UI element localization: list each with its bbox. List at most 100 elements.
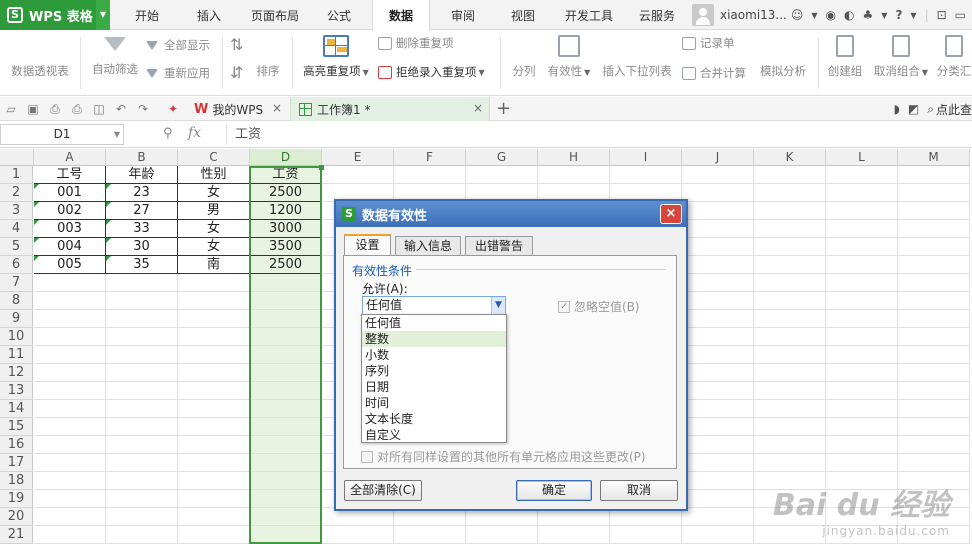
cell[interactable]: 2500 — [250, 184, 322, 202]
restore-icon[interactable]: ⊡ — [937, 8, 947, 22]
allow-option[interactable]: 时间 — [362, 395, 506, 411]
cell[interactable] — [250, 508, 322, 526]
cell[interactable] — [898, 400, 970, 418]
cell[interactable]: 工资 — [250, 166, 322, 184]
pivot-table-button[interactable]: 数据透视表 — [8, 31, 72, 206]
cell[interactable] — [250, 382, 322, 400]
cell[interactable] — [754, 274, 826, 292]
cell[interactable] — [178, 472, 250, 490]
cell[interactable] — [682, 490, 754, 508]
cell[interactable]: 工号 — [34, 166, 106, 184]
cell[interactable] — [754, 382, 826, 400]
cell[interactable] — [178, 400, 250, 418]
cell[interactable] — [322, 166, 394, 184]
reapply-button[interactable]: 重新应用 — [146, 65, 210, 81]
cell[interactable] — [754, 256, 826, 274]
cell[interactable] — [34, 400, 106, 418]
cell[interactable] — [106, 400, 178, 418]
column-header[interactable]: M — [898, 149, 970, 166]
cell[interactable] — [754, 292, 826, 310]
ignore-blank-checkbox[interactable]: ✓ 忽略空值(B) — [558, 298, 640, 315]
allow-option[interactable]: 序列 — [362, 363, 506, 379]
cell[interactable] — [178, 310, 250, 328]
tab-formulas[interactable]: 公式 — [312, 0, 366, 30]
cell[interactable] — [898, 166, 970, 184]
cell[interactable] — [754, 454, 826, 472]
cell[interactable] — [682, 274, 754, 292]
cell[interactable]: 年龄 — [106, 166, 178, 184]
cell[interactable] — [250, 328, 322, 346]
close-icon[interactable]: × — [473, 101, 483, 115]
cell[interactable] — [466, 166, 538, 184]
cell[interactable] — [178, 274, 250, 292]
dialog-title-bar[interactable]: S 数据有效性 — [336, 201, 686, 227]
cell[interactable] — [538, 526, 610, 544]
cell[interactable] — [754, 166, 826, 184]
formula-input[interactable]: 工资 — [226, 124, 966, 145]
tab-home[interactable]: 开始 — [118, 0, 176, 30]
pin-icon[interactable]: ◗ — [894, 102, 900, 116]
cell[interactable] — [34, 490, 106, 508]
cell[interactable]: 3500 — [250, 238, 322, 256]
cell[interactable] — [250, 472, 322, 490]
close-button[interactable]: × — [660, 204, 682, 224]
cell[interactable] — [106, 364, 178, 382]
cell[interactable]: 003 — [34, 220, 106, 238]
user-name[interactable]: xiaomi13... — [720, 8, 787, 22]
cell[interactable] — [898, 274, 970, 292]
column-header[interactable]: B — [106, 149, 178, 166]
cell[interactable] — [250, 274, 322, 292]
row-header[interactable]: 21 — [0, 526, 33, 544]
cell[interactable]: 男 — [178, 202, 250, 220]
column-header[interactable]: G — [466, 149, 538, 166]
chevron-down-icon[interactable]: ▼ — [491, 297, 505, 314]
row-header[interactable]: 1 — [0, 166, 33, 184]
cell[interactable] — [682, 184, 754, 202]
cell[interactable] — [106, 310, 178, 328]
cell[interactable] — [898, 184, 970, 202]
tab-settings[interactable]: 设置 — [344, 234, 391, 255]
tab-page-layout[interactable]: 页面布局 — [242, 0, 308, 30]
cell[interactable] — [610, 166, 682, 184]
cell[interactable] — [34, 508, 106, 526]
cell[interactable]: 001 — [34, 184, 106, 202]
cell[interactable] — [34, 418, 106, 436]
cell[interactable] — [34, 346, 106, 364]
customize-icon[interactable]: ✦ — [166, 102, 180, 116]
cell[interactable]: 女 — [178, 220, 250, 238]
auto-filter-button[interactable]: 自动筛选 — [88, 31, 142, 77]
doc-tab-my-wps[interactable]: W 我的WPS × — [186, 97, 288, 121]
cell[interactable] — [898, 364, 970, 382]
ungroup-button[interactable]: 取消组合 ▼ — [870, 31, 932, 79]
cloud-icon[interactable]: ◐ — [844, 8, 854, 22]
fill-handle[interactable] — [319, 165, 324, 170]
cell[interactable] — [178, 454, 250, 472]
chevron-down-icon[interactable]: ▼ — [96, 0, 110, 30]
row-header[interactable]: 3 — [0, 202, 33, 220]
row-header[interactable]: 9 — [0, 310, 33, 328]
cell[interactable] — [106, 274, 178, 292]
cell[interactable] — [826, 400, 898, 418]
subtotal-button[interactable]: 分类汇 — [936, 31, 972, 79]
row-header[interactable]: 8 — [0, 292, 33, 310]
tab-data[interactable]: 数据 — [372, 0, 430, 31]
cell[interactable]: 35 — [106, 256, 178, 274]
search-icon[interactable]: ⌕ — [927, 102, 934, 117]
allow-option[interactable]: 日期 — [362, 379, 506, 395]
cell[interactable] — [898, 418, 970, 436]
cell[interactable] — [754, 328, 826, 346]
row-header[interactable]: 7 — [0, 274, 33, 292]
cell[interactable] — [682, 400, 754, 418]
cell[interactable] — [106, 436, 178, 454]
cell[interactable] — [34, 526, 106, 544]
cell[interactable] — [682, 472, 754, 490]
cell[interactable] — [106, 292, 178, 310]
cell[interactable] — [898, 202, 970, 220]
cell[interactable] — [754, 310, 826, 328]
compass-icon[interactable]: ◉ — [826, 8, 836, 22]
row-header[interactable]: 10 — [0, 328, 33, 346]
row-header[interactable]: 19 — [0, 490, 33, 508]
cell[interactable] — [754, 364, 826, 382]
print-icon[interactable]: ⎙ — [70, 102, 84, 116]
column-header[interactable]: L — [826, 149, 898, 166]
